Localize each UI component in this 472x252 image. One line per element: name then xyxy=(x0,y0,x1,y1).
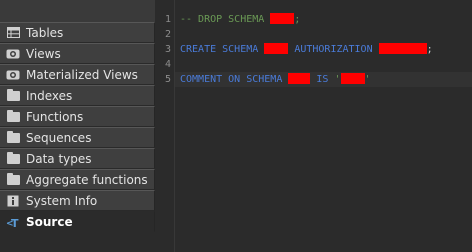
navigator-list: Tables Views Materialized Views Indexes … xyxy=(0,22,155,232)
nav-item-tables[interactable]: Tables xyxy=(0,22,155,43)
table-icon xyxy=(6,27,20,39)
code-area[interactable]: -- DROP SCHEMA ; CREATE SCHEMA AUTHORIZA… xyxy=(175,12,472,87)
line-number: 1 xyxy=(164,14,171,25)
nav-label: Views xyxy=(26,46,61,61)
folder-icon xyxy=(6,151,20,165)
nav-label: Data types xyxy=(26,151,92,166)
folder-icon xyxy=(6,88,20,102)
nav-label: Sequences xyxy=(26,130,92,145)
nav-label: Materialized Views xyxy=(26,67,138,82)
nav-item-materialized-views[interactable]: Materialized Views xyxy=(0,64,155,85)
folder-icon xyxy=(6,130,20,144)
nav-item-sequences[interactable]: Sequences xyxy=(0,127,155,148)
nav-label: Functions xyxy=(26,109,84,124)
nav-label: Tables xyxy=(26,25,64,40)
navigator-sidebar: Tables Views Materialized Views Indexes … xyxy=(0,0,155,252)
nav-label: System Info xyxy=(26,193,98,208)
nav-label: Source xyxy=(26,214,73,229)
redacted-block xyxy=(270,12,295,24)
nav-item-system-info[interactable]: System Info xyxy=(0,190,155,211)
nav-item-functions[interactable]: Functions xyxy=(0,106,155,127)
nav-item-aggregate-functions[interactable]: Aggregate functions xyxy=(0,169,155,190)
source-editor[interactable]: 1 2 3 4 5 -- DROP SCHEMA ; CREATE SCHEMA… xyxy=(155,0,472,252)
source-icon: < T xyxy=(6,216,20,228)
keyword-text: AUTHORIZATION xyxy=(288,44,379,55)
redacted-block xyxy=(264,42,289,54)
nav-item-source[interactable]: < T Source xyxy=(0,211,155,232)
keyword-text: COMMENT ON SCHEMA xyxy=(180,74,289,85)
info-icon xyxy=(6,195,20,207)
line-number: 3 xyxy=(164,44,171,55)
statement-end: ; xyxy=(426,44,433,55)
code-line-1: -- DROP SCHEMA ; xyxy=(180,12,472,27)
nav-item-data-types[interactable]: Data types xyxy=(0,148,155,169)
comment-text: ; xyxy=(294,14,301,25)
line-number: 5 xyxy=(164,74,171,85)
keyword-text: CREATE SCHEMA xyxy=(180,44,265,55)
nav-item-indexes[interactable]: Indexes xyxy=(0,85,155,106)
code-line-3: CREATE SCHEMA AUTHORIZATION ; xyxy=(180,42,472,57)
nav-item-views[interactable]: Views xyxy=(0,43,155,64)
comment-text: -- DROP SCHEMA xyxy=(180,14,271,25)
keyword-text: IS xyxy=(310,74,335,85)
line-number: 2 xyxy=(164,29,171,40)
gutter-divider xyxy=(174,0,175,252)
redacted-block xyxy=(288,72,311,84)
string-quote: ' xyxy=(364,74,371,85)
folder-icon xyxy=(6,172,20,186)
code-line-5: COMMENT ON SCHEMA IS ' ' xyxy=(175,72,472,87)
sidebar-top-strip xyxy=(0,0,155,23)
folder-icon xyxy=(6,109,20,123)
redacted-block xyxy=(340,72,365,84)
eye-icon xyxy=(6,48,20,60)
nav-label: Indexes xyxy=(26,88,73,103)
svg-text:T: T xyxy=(11,217,19,228)
line-number-gutter: 1 2 3 4 5 xyxy=(155,12,173,87)
redacted-block xyxy=(378,42,427,54)
eye-icon xyxy=(6,69,20,81)
line-number: 4 xyxy=(164,59,171,70)
nav-label: Aggregate functions xyxy=(26,172,148,187)
